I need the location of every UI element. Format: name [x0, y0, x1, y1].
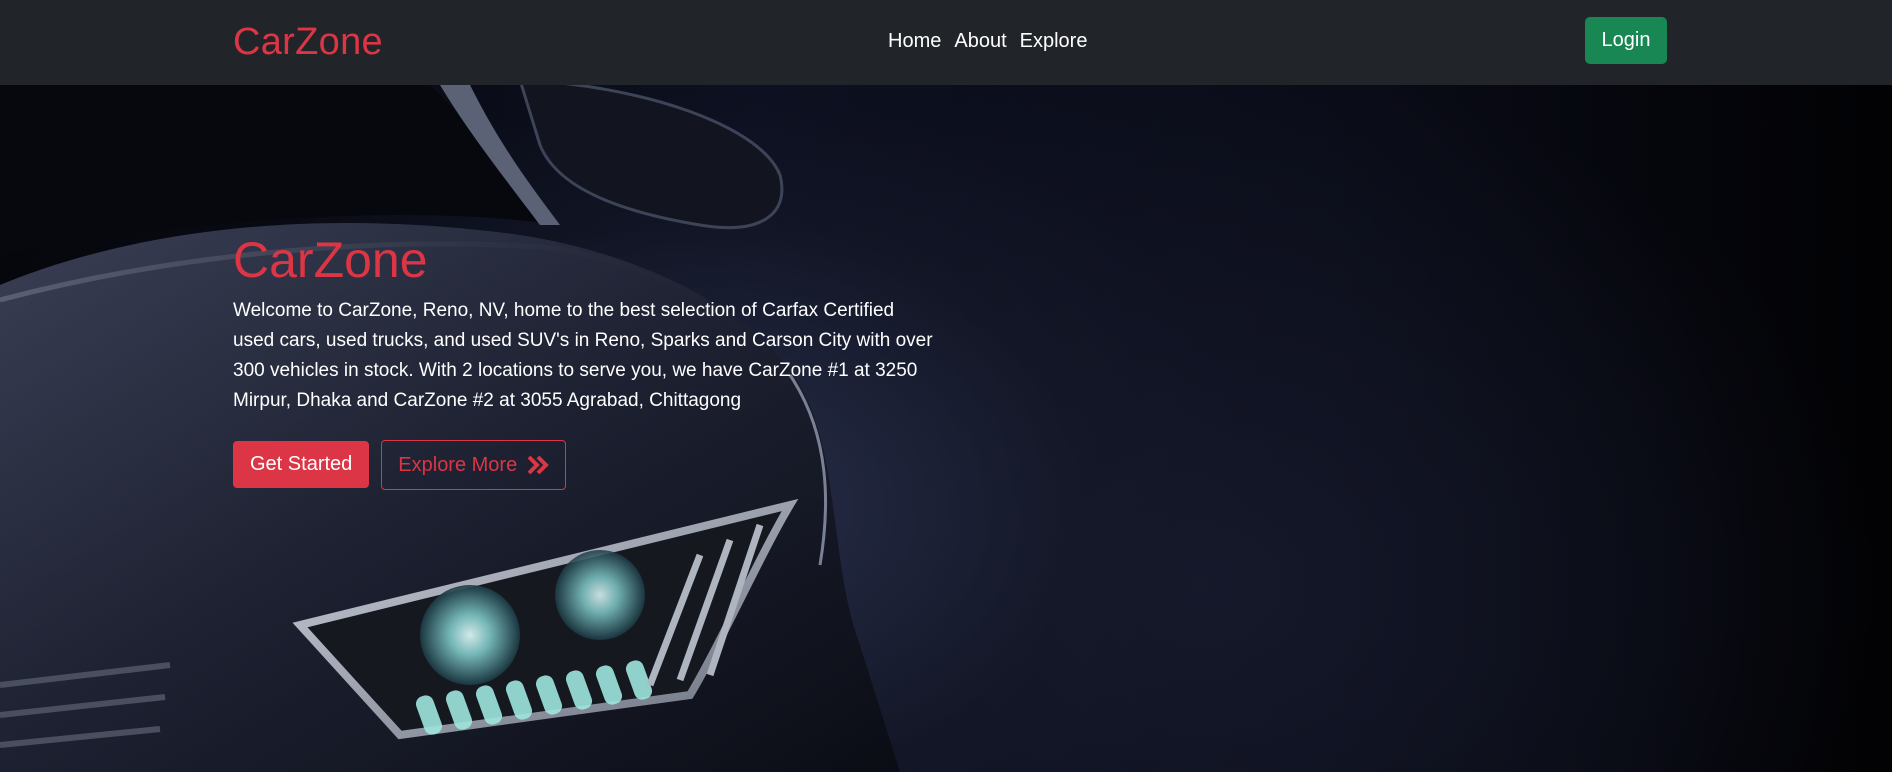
hero-description: Welcome to CarZone, Reno, NV, home to th…: [233, 300, 933, 411]
car-headlight-image: [0, 85, 900, 772]
nav-link-home[interactable]: Home: [888, 27, 941, 55]
nav-link-about[interactable]: About: [954, 27, 1006, 55]
hero-section: CarZone Welcome to CarZone, Reno, NV, ho…: [0, 85, 1892, 772]
explore-more-button[interactable]: Explore More: [381, 440, 567, 490]
nav-links: Home About Explore: [888, 27, 1087, 55]
double-chevron-right-icon: [527, 455, 550, 475]
login-button[interactable]: Login: [1585, 17, 1667, 64]
get-started-button[interactable]: Get Started: [233, 441, 370, 488]
explore-more-label: Explore More: [398, 453, 518, 476]
nav-link-explore[interactable]: Explore: [1020, 27, 1088, 55]
hero-title: CarZone: [233, 232, 428, 288]
brand-logo[interactable]: CarZone: [233, 18, 383, 66]
hero-buttons: Get Started Explore More: [233, 440, 567, 490]
navbar: CarZone Home About Explore Login: [0, 0, 1892, 85]
